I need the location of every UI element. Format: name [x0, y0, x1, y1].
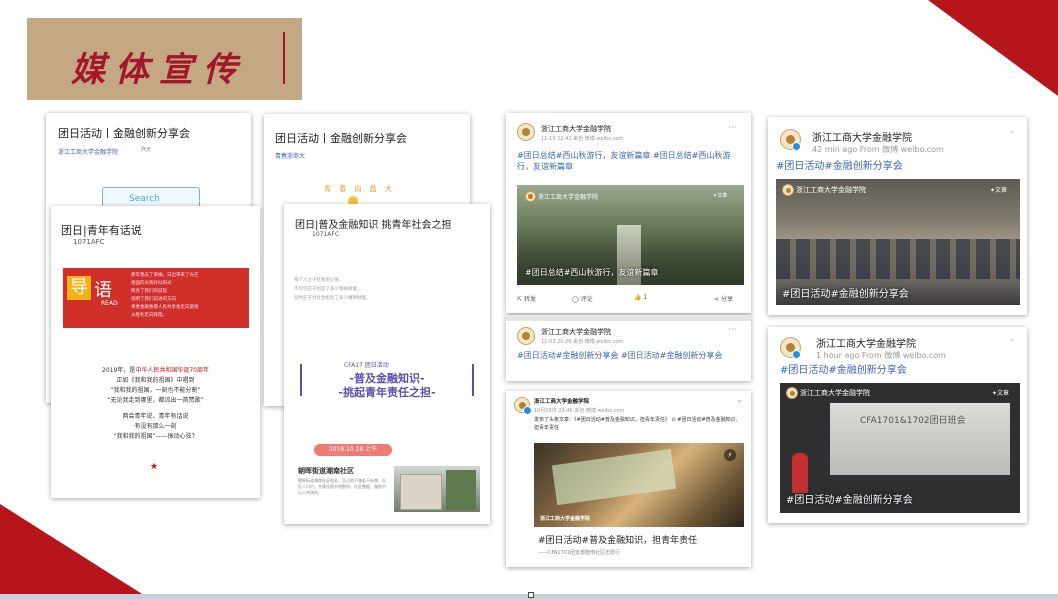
weibo-post-autumn-trip[interactable]: 浙江工商大学金融学院 11-19 22:42 来自 微博 weibo.com ·…	[506, 113, 751, 313]
repost-button[interactable]: ⇱ 转发	[517, 294, 536, 303]
post-text: 发布了头条文章：《#团日活动#普及金融知识，担青年责任》 ⊙ #团日活动#普及金…	[534, 417, 741, 431]
poem-line-1: 2019年，是中华人民共和国华诞70周年	[102, 367, 209, 374]
more-icon[interactable]: ···	[728, 123, 737, 133]
photo-caption: #团日活动#金融创新分享会	[786, 495, 913, 506]
account-name[interactable]: 浙江工商大学金融学院	[541, 327, 611, 337]
chevron-down-icon[interactable]: ⌄	[736, 395, 743, 404]
weibo-post-finance-knowledge[interactable]: 浙江工商大学金融学院 10月28日 23:46 来自 微博 weibo.com …	[506, 391, 751, 567]
like-button[interactable]: 👍 1	[634, 294, 647, 301]
article-source: 浙江工商大学金融学院	[58, 149, 119, 156]
article-intro: 每个人之于社会的价值， 不仅仅在于创造了多少物质财富， 同时在于为社会担负了多少…	[294, 278, 371, 301]
account-name[interactable]: 浙江工商大学金融学院	[541, 124, 611, 134]
weibo-post-innovation[interactable]: 浙江工商大学金融学院 11-03 20:26 来自 微博 weibo.com ·…	[506, 315, 751, 381]
poem-line-5: 两会青年说，青年有话说	[122, 413, 189, 420]
balloon-text: 青 春 向 昌 大	[324, 185, 395, 193]
post-meta: 11-19 22:42 来自 微博 weibo.com	[541, 136, 624, 142]
search-label: Search	[129, 194, 160, 204]
poem-line-3: “我和我的祖国，一刻也不能分割”	[110, 387, 201, 394]
screen-text: CFA1701&1702团日班会	[860, 416, 966, 426]
poem-line-4: “无论我走到哪里，都流出一首赞歌”	[107, 397, 204, 404]
verified-icon	[792, 142, 801, 151]
post-hashtags[interactable]: #团日活动#金融创新分享会 #团日活动#金融创新分享会	[517, 350, 745, 361]
star-icon: ★	[150, 462, 159, 472]
post-meta: 11-03 20:26 来自 微博 weibo.com	[541, 339, 624, 345]
photo-avatar	[786, 387, 798, 399]
post-hashtags[interactable]: #团日活动#金融创新分享会	[780, 365, 907, 376]
wechat-article-card-finance-knowledge[interactable]: 团日|普及金融知识 挑青年社会之担 1071AFC 每个人之于社会的价值， 不仅…	[284, 204, 490, 524]
intro-banner: 导 语 READ 那年我去了黄桷，日出带来了光芒 祖国的光辉好似阳光 照亮了我们…	[63, 268, 249, 328]
account-name[interactable]: 浙江工商大学金融学院	[816, 335, 916, 350]
photo-caption: #团日活动#金融创新分享会	[782, 289, 909, 300]
article-title: 团日|普及金融知识 挑青年社会之担	[295, 220, 452, 231]
chevron-down-icon[interactable]: ⌄	[1008, 333, 1016, 344]
money-photo[interactable]: ⚡ 浙江工商大学金融学院	[534, 443, 744, 527]
share-button[interactable]: ⋖ 分享	[714, 294, 733, 303]
article-badge: ✦文章	[990, 187, 1008, 194]
avatar[interactable]	[517, 327, 535, 345]
presentation-photo[interactable]: CFA1701&1702团日班会 浙江工商大学金融学院 ✦文章 #团日活动#金融…	[780, 383, 1020, 513]
wechat-article-card-youth[interactable]: 团日|青年有话说 1071AFC 导 语 READ 那年我去了黄桷，日出带来了光…	[51, 206, 260, 498]
article-title: 团日活动丨金融创新分享会	[58, 127, 190, 140]
article-code: 1071AFC	[73, 238, 105, 246]
poem-block: 2019年，是中华人民共和国华诞70周年 正如《我和我的祖国》中唱到 “我和我的…	[51, 366, 260, 442]
account-name[interactable]: 浙江工商大学金融学院	[534, 397, 589, 405]
photo-account: 浙江工商大学金融学院	[538, 194, 599, 201]
post-meta: 10月28日 23:46 来自 微博 weibo.com	[534, 408, 625, 414]
article-date: 昨天	[141, 147, 152, 153]
post-hashtags[interactable]: #团日总结#西山秋游行，友谊新篇章 #团日总结#西山秋游行，友谊新篇章	[517, 150, 745, 172]
post-meta: 42 min ago From 微博 weibo.com	[812, 145, 944, 154]
article-badge: ✦文章	[992, 390, 1010, 397]
article-title: 团日|青年有话说	[61, 224, 142, 237]
banner-read: READ	[101, 300, 118, 307]
post-hashtags[interactable]: #团日活动#金融创新分享会	[776, 161, 903, 172]
photo-account: 浙江工商大学金融学院	[796, 186, 866, 194]
page-title: 媒体宣传	[71, 50, 247, 90]
article-caption[interactable]: #团日活动#普及金融知识，担青年责任	[538, 533, 697, 546]
resize-handle[interactable]	[528, 592, 534, 598]
poem-line-7: “我和我的祖国”——振动心弦？	[113, 433, 198, 440]
headline-2: -挑起青年责任之担-	[338, 386, 436, 399]
poem-line-2: 正如《我和我的祖国》中唱到	[116, 377, 195, 384]
article-source: 青春浙商大	[275, 153, 306, 160]
avatar[interactable]	[517, 123, 535, 141]
top-right-red-corner	[928, 0, 1058, 96]
post-meta: 1 hour ago From 微博 weibo.com	[816, 351, 946, 360]
title-frame: 媒体宣传	[43, 32, 285, 90]
article-badge: ✦文章	[713, 193, 728, 199]
poem-line-6: 有没有那么一刻	[134, 423, 177, 430]
photo-caption: #团日总结#西山秋游行，友谊新篇章	[525, 268, 659, 277]
photo-logo: 浙江工商大学金融学院	[540, 516, 591, 522]
more-icon[interactable]: ···	[728, 325, 737, 335]
building-photo	[394, 466, 480, 512]
location-title: 朝晖街道潮南社区	[298, 467, 354, 475]
account-name[interactable]: 浙江工商大学金融学院	[812, 129, 912, 144]
article-subcaption: ——CFA1701团支部赠南社区志愿行	[538, 550, 621, 556]
banner-char-2: 语	[94, 280, 112, 301]
photo-avatar	[525, 191, 536, 202]
weibo-post-innovation-classroom[interactable]: 浙江工商大学金融学院 42 min ago From 微博 weibo.com …	[768, 117, 1027, 315]
article-title: 团日活动丨金融创新分享会	[275, 132, 407, 145]
presenter-figure	[792, 453, 808, 493]
title-banner: 媒体宣传	[27, 18, 302, 100]
chevron-down-icon[interactable]: ⌄	[1008, 125, 1016, 136]
banner-text: 那年我去了黄桷，日出带来了光芒 祖国的光辉好似阳光 照亮了我们的前程 指明了我们…	[131, 273, 199, 318]
separator	[506, 315, 751, 321]
bottom-left-red-corner	[0, 504, 150, 599]
article-code: 1071AFC	[312, 231, 340, 238]
banner-char-1: 导	[67, 276, 91, 300]
comment-button[interactable]: ◯ 评论	[572, 294, 593, 303]
flash-icon: ⚡	[724, 449, 736, 461]
photo-account: 浙江工商大学金融学院	[800, 389, 870, 397]
location-desc: 朝晖街道潮南社区地处，总占地下辖若干街巷，社区人口约，共建设图书馆数所，社区数据…	[298, 478, 386, 495]
verified-icon	[523, 406, 532, 415]
article-tagline: CFA17 团日活动	[344, 362, 389, 369]
forest-photo[interactable]: 浙江工商大学金融学院 ✦文章 #团日总结#西山秋游行，友谊新篇章	[517, 185, 744, 285]
photo-avatar	[782, 184, 794, 196]
date-badge: 2018.10.28 上午	[314, 444, 392, 456]
verified-icon	[792, 350, 801, 359]
classroom-photo[interactable]: 浙江工商大学金融学院 ✦文章 #团日活动#金融创新分享会	[776, 179, 1020, 305]
weibo-post-class-meeting[interactable]: 浙江工商大学金融学院 1 hour ago From 微博 weibo.com …	[768, 327, 1027, 523]
